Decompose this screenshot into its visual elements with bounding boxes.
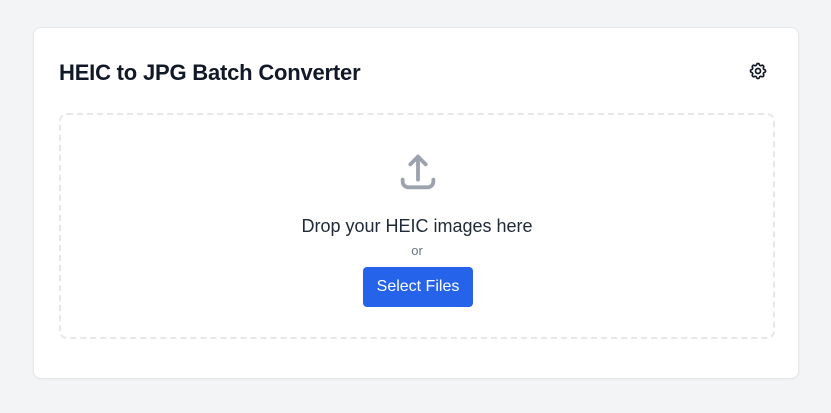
gear-icon xyxy=(748,61,768,81)
settings-button[interactable] xyxy=(745,58,771,84)
dropzone-separator: or xyxy=(411,243,423,258)
page-title: HEIC to JPG Batch Converter xyxy=(59,60,361,85)
select-files-button[interactable]: Select Files xyxy=(363,267,473,307)
dropzone-prompt: Drop your HEIC images here xyxy=(301,216,533,236)
file-dropzone[interactable]: Drop your HEIC images here or Select Fil… xyxy=(59,113,775,339)
upload-icon xyxy=(395,149,441,195)
converter-card: HEIC to JPG Batch Converter Drop your HE… xyxy=(33,27,799,379)
